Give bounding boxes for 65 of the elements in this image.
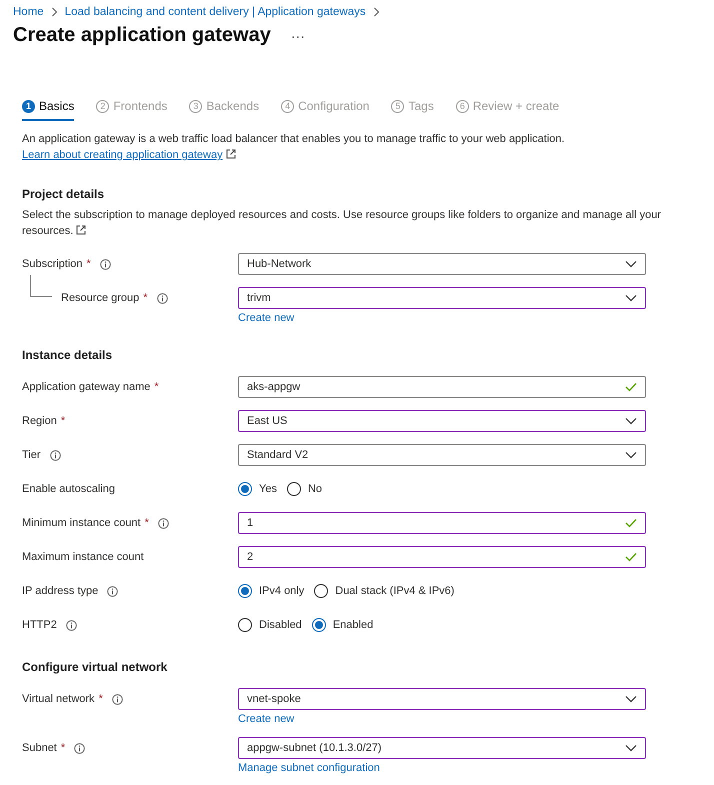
info-icon[interactable] — [112, 694, 123, 704]
required-marker: * — [154, 381, 159, 393]
required-marker: * — [98, 693, 103, 705]
required-marker: * — [144, 517, 149, 529]
chevron-right-icon — [50, 7, 58, 17]
radio-button[interactable]: IPv4 only — [238, 584, 304, 598]
section-heading: Configure virtual network — [22, 660, 168, 674]
create-link[interactable]: Create new — [238, 312, 294, 324]
info-icon[interactable] — [100, 258, 111, 270]
chevron-down-icon — [625, 695, 637, 703]
breadcrumb-link[interactable]: Home — [13, 6, 44, 18]
field-label: Enable autoscaling — [22, 483, 115, 495]
radio-button[interactable]: No — [286, 482, 322, 496]
dropdown[interactable]: vnet-spoke — [238, 688, 646, 710]
field-label: Application gateway name — [22, 381, 150, 393]
field-label: Virtual network — [22, 693, 95, 705]
field-label: Resource group — [61, 292, 140, 304]
chevron-down-icon — [625, 744, 637, 752]
dropdown[interactable]: East US — [238, 410, 646, 432]
input-field[interactable]: 2 — [238, 546, 646, 568]
info-icon[interactable] — [66, 620, 77, 630]
required-marker: * — [60, 415, 66, 427]
required-marker: * — [86, 258, 91, 270]
create-link[interactable]: Create new — [238, 713, 294, 725]
more-button[interactable]: ··· — [290, 28, 305, 44]
dropdown[interactable]: Standard V2 — [238, 444, 646, 466]
required-marker: * — [60, 742, 66, 754]
field-label: Tier — [22, 449, 41, 461]
dropdown[interactable]: Hub-Network — [238, 253, 646, 275]
field-label: Subscription — [22, 258, 83, 270]
dropdown[interactable]: trivm — [238, 287, 646, 309]
info-icon[interactable] — [107, 586, 118, 596]
chevron-down-icon — [625, 294, 637, 302]
section-description: Select the subscription to manage deployed resources and costs. Use resource groups like folders to organize and manage all your resources. — [22, 208, 662, 239]
info-icon[interactable] — [156, 292, 168, 304]
info-icon[interactable] — [50, 450, 61, 460]
create-link[interactable]: Manage subnet configuration — [238, 762, 380, 774]
field-label: Subnet — [22, 742, 57, 754]
chevron-down-icon — [625, 260, 637, 268]
field-label: Region — [22, 415, 57, 427]
input-field[interactable]: aks-appgw — [238, 376, 646, 398]
radio-button[interactable]: Disabled — [238, 618, 302, 632]
external-link-icon — [226, 149, 236, 159]
learn-more-link[interactable]: Learn about creating application gateway — [22, 149, 236, 161]
field-label: IP address type — [22, 585, 98, 597]
field-label: HTTP2 — [22, 619, 57, 631]
chevron-down-icon — [625, 417, 637, 425]
section-heading: Instance details — [22, 348, 114, 362]
radio-button[interactable]: Yes — [238, 482, 277, 496]
page-title: Create application gateway — [13, 24, 271, 47]
radio-button[interactable]: Dual stack (IPv4 & IPv6) — [314, 584, 454, 598]
input-field[interactable]: 1 — [238, 512, 646, 534]
field-label: Minimum instance count — [22, 517, 141, 529]
radio-button[interactable]: Enabled — [312, 618, 374, 632]
required-marker: * — [143, 292, 148, 304]
chevron-down-icon — [625, 451, 637, 459]
intro-text: An application gateway is a web traffic load balancer that enables you to manage traffic to your web application. Learn about creating application gateway — [22, 132, 566, 163]
field-label: Maximum instance count — [22, 551, 144, 563]
chevron-right-icon — [372, 7, 380, 17]
info-icon[interactable] — [74, 742, 86, 754]
dropdown[interactable]: appgw-subnet (10.1.3.0/27) — [238, 737, 646, 759]
info-icon[interactable] — [158, 518, 169, 528]
wizard-tab[interactable]: 1 Basics — [22, 97, 74, 121]
section-heading: Project details — [22, 187, 106, 201]
breadcrumb-link[interactable]: Load balancing and content delivery | Application gateways — [64, 6, 366, 18]
